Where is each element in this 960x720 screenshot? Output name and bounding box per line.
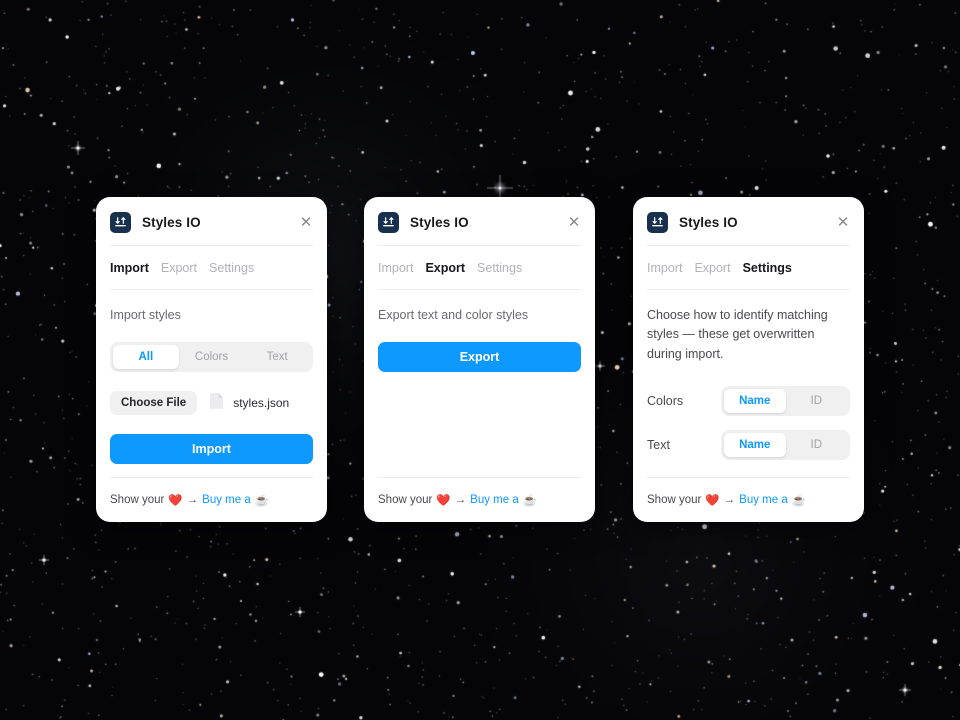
footer-prefix: Show your [647, 494, 702, 506]
heart-icon: ❤️ [705, 495, 720, 507]
panel-body: Choose how to identify matching styles —… [647, 290, 850, 477]
footer-arrow: → [454, 494, 467, 506]
import-export-icon [378, 212, 399, 233]
app-title: Styles IO [142, 215, 201, 230]
section-label: Import styles [110, 308, 181, 322]
close-icon[interactable]: ✕ [834, 213, 852, 231]
panel-header: Styles IO ✕ [110, 197, 313, 245]
buy-me-a-coffee-link[interactable]: Buy me a [470, 494, 519, 506]
text-identify-segmented-control: Name ID [721, 430, 850, 461]
settings-description: Choose how to identify matching styles —… [647, 308, 828, 361]
export-panel: Styles IO ✕ Import Export Settings Expor… [364, 197, 595, 522]
text-segment-name[interactable]: Name [724, 433, 786, 458]
panel-body: Export text and color styles Export [378, 290, 581, 477]
colors-segment-id[interactable]: ID [786, 389, 848, 413]
buy-me-a-coffee-link[interactable]: Buy me a [739, 494, 788, 506]
coffee-icon: ☕ [522, 495, 538, 507]
panel-footer: Show your ❤️ → Buy me a ☕ [378, 477, 581, 522]
segment-all[interactable]: All [113, 345, 179, 370]
footer-prefix: Show your [378, 494, 433, 506]
segment-colors[interactable]: Colors [179, 345, 245, 369]
buy-me-a-coffee-link[interactable]: Buy me a [202, 494, 251, 506]
panel-header: Styles IO ✕ [378, 197, 581, 245]
export-button[interactable]: Export [378, 342, 581, 373]
tab-settings[interactable]: Settings [209, 261, 254, 275]
tab-bar: Import Export Settings [378, 246, 581, 289]
import-export-icon [110, 212, 131, 233]
panel-footer: Show your ❤️ → Buy me a ☕ [647, 477, 850, 522]
choose-file-button[interactable]: Choose File [110, 391, 198, 416]
tab-import[interactable]: Import [647, 261, 682, 275]
colors-setting-row: Colors Name ID [647, 386, 850, 417]
close-icon[interactable]: ✕ [297, 213, 315, 231]
colors-segment-name[interactable]: Name [724, 389, 786, 414]
screen: Styles IO ✕ Import Export Settings Impor… [0, 0, 960, 720]
footer-arrow: → [723, 494, 736, 506]
settings-panel: Styles IO ✕ Import Export Settings Choos… [633, 197, 864, 522]
style-type-segmented-control: All Colors Text [110, 342, 313, 373]
tab-settings[interactable]: Settings [477, 261, 522, 275]
colors-label: Colors [647, 394, 684, 409]
close-icon[interactable]: ✕ [565, 213, 583, 231]
file-chooser-row: Choose File styles.json [110, 390, 313, 416]
tab-settings[interactable]: Settings [743, 261, 792, 275]
tab-bar: Import Export Settings [647, 246, 850, 289]
colors-identify-segmented-control: Name ID [721, 386, 850, 417]
selected-file-name: styles.json [233, 396, 290, 411]
support-footer: Show your ❤️ → Buy me a ☕ [110, 478, 313, 522]
tab-export[interactable]: Export [694, 261, 730, 275]
tab-bar: Import Export Settings [110, 246, 313, 289]
tab-export[interactable]: Export [425, 261, 465, 275]
coffee-icon: ☕ [791, 495, 807, 507]
panel-footer: Show your ❤️ → Buy me a ☕ [110, 477, 313, 522]
heart-icon: ❤️ [436, 495, 451, 507]
coffee-icon: ☕ [254, 495, 270, 507]
support-footer: Show your ❤️ → Buy me a ☕ [378, 478, 581, 522]
import-panel: Styles IO ✕ Import Export Settings Impor… [96, 197, 327, 522]
tab-export[interactable]: Export [161, 261, 197, 275]
footer-prefix: Show your [110, 494, 165, 506]
app-title: Styles IO [679, 215, 738, 230]
heart-icon: ❤️ [168, 495, 183, 507]
tab-import[interactable]: Import [110, 261, 149, 275]
app-title: Styles IO [410, 215, 469, 230]
section-label: Export text and color styles [378, 308, 529, 322]
text-setting-row: Text Name ID [647, 430, 850, 461]
panel-header: Styles IO ✕ [647, 197, 850, 245]
footer-arrow: → [186, 494, 199, 506]
file-icon [209, 392, 224, 415]
text-label: Text [647, 438, 670, 453]
tab-import[interactable]: Import [378, 261, 413, 275]
panel-body: Import styles All Colors Text Choose Fil… [110, 290, 313, 477]
support-footer: Show your ❤️ → Buy me a ☕ [647, 478, 850, 522]
import-button[interactable]: Import [110, 434, 313, 465]
segment-text[interactable]: Text [244, 345, 310, 369]
import-export-icon [647, 212, 668, 233]
text-segment-id[interactable]: ID [786, 433, 848, 457]
